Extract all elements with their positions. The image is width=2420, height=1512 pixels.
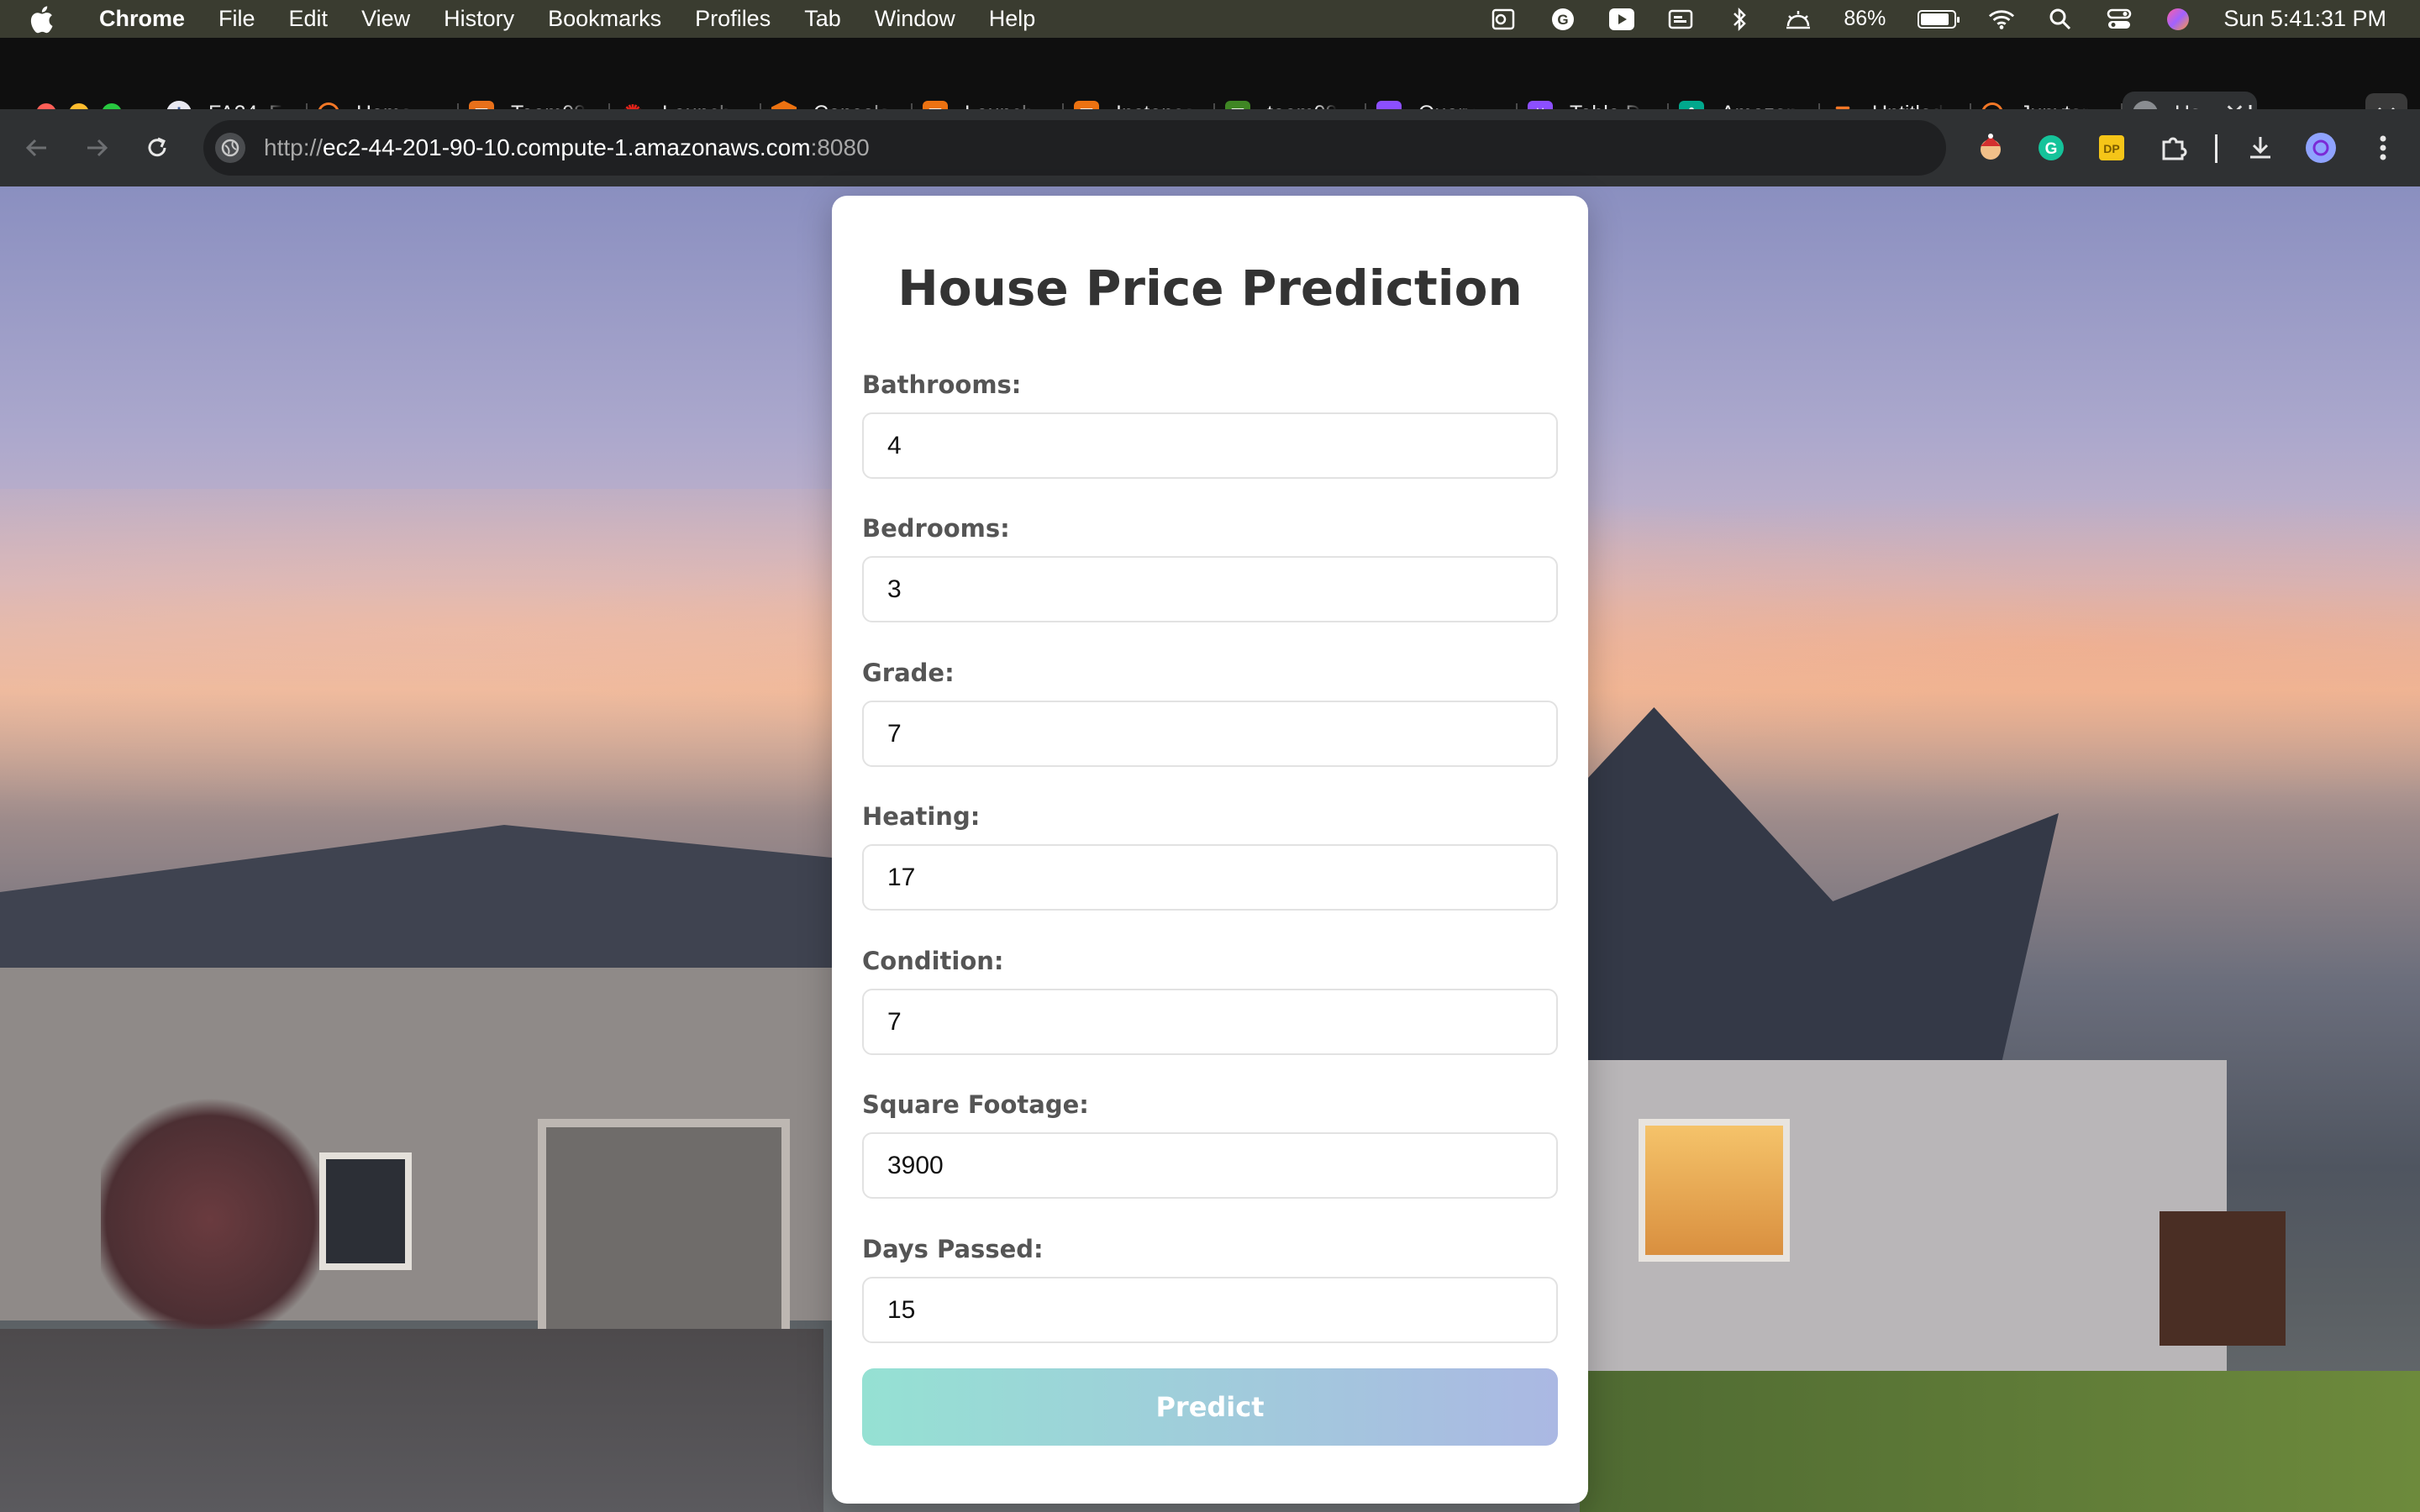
bathrooms-label: Bathrooms: [862, 370, 1022, 399]
site-info-icon[interactable] [215, 133, 245, 163]
predict-button[interactable]: Predict [862, 1368, 1558, 1446]
grammarly-extension-icon[interactable]: G [2031, 128, 2071, 168]
page-title: House Price Prediction [897, 260, 1523, 317]
heating-field: Heating: 17 [862, 802, 1558, 911]
menu-file[interactable]: File [218, 6, 255, 32]
outlook-icon[interactable] [1491, 7, 1518, 32]
bedrooms-field: Bedrooms: 3 [862, 514, 1558, 622]
extension-yellow-icon[interactable]: DP [2091, 128, 2132, 168]
svg-text:G: G [2045, 140, 2058, 158]
menu-edit[interactable]: Edit [289, 6, 329, 32]
wifi-icon[interactable] [1988, 7, 2015, 32]
menu-history[interactable]: History [444, 6, 514, 32]
profile-avatar[interactable] [2301, 128, 2341, 168]
heating-label: Heating: [862, 802, 981, 831]
back-button[interactable] [17, 128, 57, 168]
bluetooth-icon[interactable] [1726, 7, 1753, 32]
reload-icon [148, 137, 166, 157]
menu-profiles[interactable]: Profiles [695, 6, 771, 32]
grammarly-icon[interactable]: G [1549, 7, 1576, 32]
control-center-icon[interactable] [2106, 7, 2133, 32]
chrome-menu-kebab-icon[interactable] [2363, 128, 2403, 168]
prediction-form-card: House Price Prediction Bathrooms: 4 Bedr… [832, 196, 1588, 1504]
address-bar[interactable]: http://ec2-44-201-90-10.compute-1.amazon… [203, 120, 1946, 176]
days-passed-field: Days Passed: 15 [862, 1235, 1558, 1343]
downloads-icon[interactable] [2240, 128, 2281, 168]
bedrooms-input[interactable]: 3 [862, 556, 1558, 622]
brightness-icon[interactable] [1785, 7, 1812, 32]
extension-christmas-icon[interactable] [1970, 128, 2011, 168]
reload-button[interactable] [137, 128, 177, 168]
status-area: G 86% Sun 5:41:31 PM [1491, 0, 2386, 38]
toolbar-divider [2215, 134, 2217, 163]
svg-text:DP: DP [2103, 142, 2119, 155]
grade-input[interactable]: 7 [862, 701, 1558, 767]
days-passed-input[interactable]: 15 [862, 1277, 1558, 1343]
play-icon[interactable] [1608, 7, 1635, 32]
url-host: ec2-44-201-90-10.compute-1.amazonaws.com [323, 134, 811, 160]
square-footage-label: Square Footage: [862, 1090, 1089, 1119]
menu-tab[interactable]: Tab [804, 6, 841, 32]
condition-field: Condition: 7 [862, 947, 1558, 1055]
menu-view[interactable]: View [361, 6, 410, 32]
macos-menu-bar: Chrome File Edit View History Bookmarks … [0, 0, 2420, 38]
spotlight-search-icon[interactable] [2047, 7, 2074, 32]
square-footage-field: Square Footage: 3900 [862, 1090, 1558, 1199]
url-text[interactable]: http://ec2-44-201-90-10.compute-1.amazon… [264, 134, 870, 161]
condition-label: Condition: [862, 947, 1004, 975]
browser-toolbar: http://ec2-44-201-90-10.compute-1.amazon… [0, 109, 2420, 186]
screen-capture-icon[interactable] [1667, 7, 1694, 32]
bathrooms-input[interactable]: 4 [862, 412, 1558, 479]
url-port: :8080 [810, 134, 870, 160]
arrow-left-icon [25, 139, 46, 157]
battery-percent: 86% [1844, 7, 1886, 30]
menu-window[interactable]: Window [875, 6, 955, 32]
menu-clock[interactable]: Sun 5:41:31 PM [2223, 6, 2386, 32]
grade-field: Grade: 7 [862, 659, 1558, 767]
url-scheme: http:// [264, 134, 324, 160]
square-footage-input[interactable]: 3900 [862, 1132, 1558, 1199]
apple-menu-icon[interactable] [29, 5, 66, 34]
grade-label: Grade: [862, 659, 955, 687]
menu-bookmarks[interactable]: Bookmarks [548, 6, 661, 32]
menu-help[interactable]: Help [989, 6, 1036, 32]
siri-icon[interactable] [2165, 7, 2191, 32]
menu-app-chrome[interactable]: Chrome [99, 6, 185, 32]
days-passed-label: Days Passed: [862, 1235, 1044, 1263]
bedrooms-label: Bedrooms: [862, 514, 1010, 543]
extensions-puzzle-icon[interactable] [2153, 128, 2193, 168]
forward-button[interactable] [76, 128, 117, 168]
condition-input[interactable]: 7 [862, 989, 1558, 1055]
arrow-right-icon [87, 139, 108, 157]
heating-input[interactable]: 17 [862, 844, 1558, 911]
bathrooms-field: Bathrooms: 4 [862, 370, 1558, 479]
svg-text:G: G [1558, 12, 1569, 28]
battery-icon[interactable] [1918, 9, 1960, 29]
